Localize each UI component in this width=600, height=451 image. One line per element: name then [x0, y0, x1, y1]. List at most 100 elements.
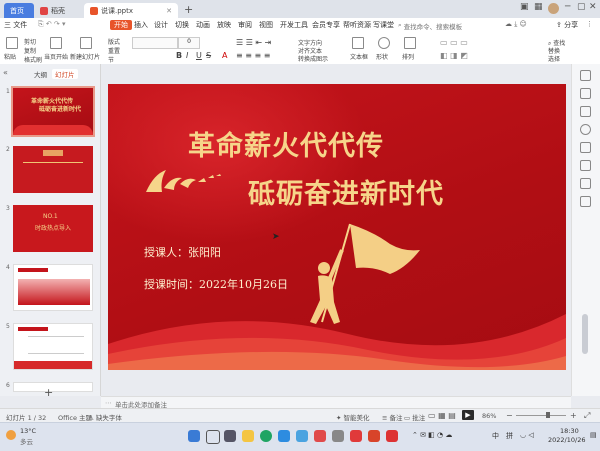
more-icon[interactable]: ⋮	[586, 20, 593, 28]
style-gallery-icons[interactable]: ▭ ▭ ▭	[440, 38, 468, 47]
convert-smartart-button[interactable]: 转换成图示	[298, 54, 328, 63]
browser-icon[interactable]	[260, 430, 272, 442]
reset-button[interactable]: 重置	[108, 46, 120, 55]
shapes-icon[interactable]	[580, 160, 591, 171]
weather-icon[interactable]	[6, 430, 16, 440]
grid-icon[interactable]: ▦	[534, 2, 543, 12]
align-icons[interactable]: ≡ ≡ ≡ ≡	[236, 51, 270, 60]
maximize-icon[interactable]: ▢	[577, 2, 586, 12]
font-size-select[interactable]: 0	[178, 37, 200, 49]
select-button[interactable]: 选择	[548, 54, 560, 63]
layout-button[interactable]: 版式	[108, 37, 120, 46]
app-wps-icon[interactable]	[386, 430, 398, 442]
play-current-icon[interactable]	[50, 37, 62, 49]
network-volume-icons[interactable]: ◡ ◁	[520, 431, 534, 439]
format-painter-button[interactable]: 格式刷	[24, 55, 42, 64]
copy-button[interactable]: 复制	[24, 46, 36, 55]
smart-beautify-button[interactable]: ✦ 智能美化	[336, 412, 370, 422]
shape-icon[interactable]	[378, 37, 390, 49]
menu-transition[interactable]: 切换	[175, 20, 189, 30]
notification-icon[interactable]: ▤	[590, 431, 597, 439]
share-button[interactable]: ⇪ 分享	[556, 20, 578, 30]
file-explorer-icon[interactable]	[242, 430, 254, 442]
paste-icon[interactable]	[6, 37, 18, 49]
cloud-icons[interactable]: ☁ ⤓ ☺	[505, 20, 527, 29]
menu-classroom[interactable]: 写课堂	[373, 20, 394, 30]
close-tab-icon[interactable]: ✕	[166, 7, 172, 15]
avatar[interactable]	[548, 3, 559, 14]
menu-slideshow[interactable]: 放映	[217, 20, 231, 30]
collapse-panel-icon[interactable]: «	[3, 68, 8, 77]
zoom-slider-thumb[interactable]	[546, 412, 550, 418]
close-window-icon[interactable]: ✕	[589, 2, 597, 12]
section-button[interactable]: 节	[108, 55, 114, 64]
command-search[interactable]: ⌕ 查找命令、搜索模板	[398, 20, 472, 31]
slide-thumbnail-4[interactable]	[13, 264, 93, 311]
bold-button[interactable]: B	[176, 51, 182, 60]
comment-button[interactable]: ▭ 批注	[404, 412, 425, 422]
font-name-select[interactable]	[132, 37, 178, 49]
slide-thumbnail-2[interactable]	[13, 146, 93, 193]
vertical-scrollbar[interactable]	[582, 314, 588, 354]
tab-file-pptx[interactable]: 说课.pptx ✕	[84, 3, 178, 18]
view-mode-icons[interactable]: ▭ ▦ ▤	[428, 411, 456, 420]
app-icon[interactable]	[296, 430, 308, 442]
textbox-icon[interactable]	[352, 37, 364, 49]
zoom-in-button[interactable]: +	[570, 411, 577, 420]
italic-button[interactable]: I	[186, 51, 188, 60]
new-tab-button[interactable]: +	[184, 3, 193, 16]
menu-insert[interactable]: 插入	[134, 20, 148, 30]
slide-thumbnail-5[interactable]	[13, 323, 93, 370]
notes-button[interactable]: ≡ 备注	[382, 412, 403, 422]
menu-design[interactable]: 设计	[154, 20, 168, 30]
ime-indicator[interactable]: 中	[492, 431, 499, 441]
slide-thumbnail-3[interactable]: NO.1 时政热点导入	[13, 205, 93, 252]
arrange-icon[interactable]	[404, 37, 416, 49]
panel-toggle-icon[interactable]	[580, 70, 591, 81]
help-icon[interactable]	[580, 124, 591, 135]
menu-view[interactable]: 视图	[259, 20, 273, 30]
menu-animation[interactable]: 动画	[196, 20, 210, 30]
menu-review[interactable]: 审阅	[238, 20, 252, 30]
zoom-out-button[interactable]: −	[506, 411, 513, 420]
start-icon[interactable]	[188, 430, 200, 442]
tray-icons[interactable]: ⌃ ✉ ◧ ◔ ☁	[412, 431, 452, 439]
style-icon[interactable]	[580, 88, 591, 99]
tab-slides[interactable]: 幻灯片	[52, 69, 78, 79]
settings-icon[interactable]	[580, 178, 591, 189]
menu-start[interactable]: 开始	[110, 20, 132, 30]
wps-icon[interactable]	[350, 430, 362, 442]
missing-font-button[interactable]: ⚠ 缺失字体	[88, 412, 122, 422]
zoom-slider[interactable]	[516, 415, 566, 416]
play-slideshow-button[interactable]: ▶	[462, 410, 474, 420]
cut-button[interactable]: 剪切	[24, 37, 36, 46]
transition-icon[interactable]	[580, 142, 591, 153]
strike-button[interactable]: S	[206, 51, 211, 60]
slide-canvas[interactable]: 革命薪火代代传 砥砺奋进新时代 授课人：张阳阳 授课时间：2022年10月26日…	[108, 84, 566, 370]
tab-home[interactable]: 首页	[4, 3, 34, 18]
menu-devtools[interactable]: 开发工具	[280, 20, 308, 30]
layout-icon[interactable]: ▣	[520, 2, 529, 12]
wps-presentation-icon[interactable]	[368, 430, 380, 442]
task-view-icon[interactable]	[224, 430, 236, 442]
font-color-icon[interactable]: A	[222, 51, 227, 60]
new-slide-icon[interactable]	[80, 37, 92, 49]
edge-icon[interactable]	[278, 430, 290, 442]
undo-redo-icons[interactable]: ⎘ ↶ ↷ ▾	[38, 20, 66, 29]
fill-outline-icons[interactable]: ◧ ◨ ◩	[440, 51, 468, 60]
fit-window-icon[interactable]: ⤢	[584, 411, 590, 421]
slide-thumbnail-1[interactable]: 革命薪火代代传 砥砺奋进新时代	[11, 86, 95, 137]
underline-button[interactable]: U	[196, 51, 202, 60]
tab-outline[interactable]: 大纲	[34, 69, 47, 79]
app-red-icon[interactable]	[314, 430, 326, 442]
animation-icon[interactable]	[580, 106, 591, 117]
menu-member[interactable]: 会员专享	[312, 20, 340, 30]
menu-resources[interactable]: 帮听资源	[343, 20, 371, 30]
list-icons[interactable]: ☰ ☰ ⇤ ⇥	[236, 38, 271, 47]
search-taskbar-icon[interactable]	[206, 430, 220, 444]
more-tools-icon[interactable]	[580, 196, 591, 207]
minimize-icon[interactable]: ─	[565, 2, 570, 12]
menu-file[interactable]: 三 文件	[4, 20, 27, 30]
tab-docer[interactable]: 稻壳	[34, 3, 82, 18]
add-slide-button[interactable]: +	[44, 386, 53, 399]
